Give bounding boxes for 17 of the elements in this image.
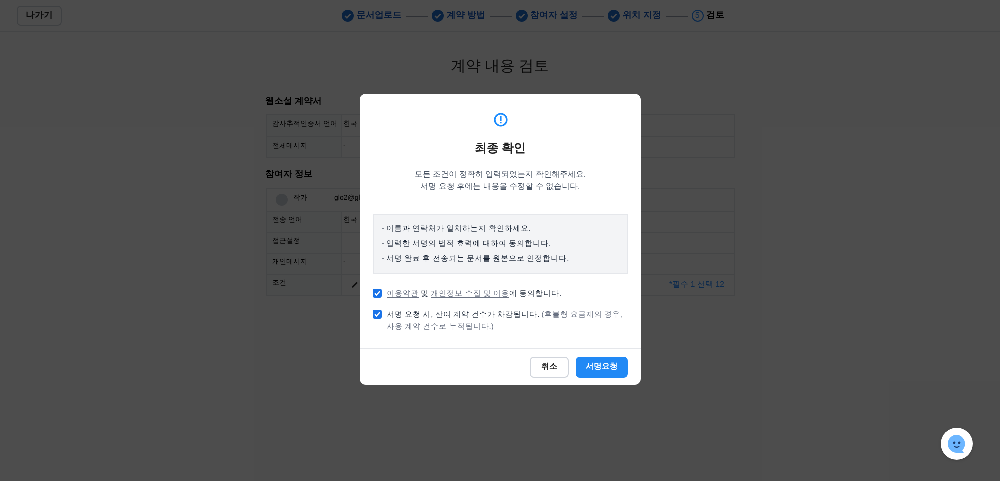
checkbox[interactable] [373,310,382,319]
step-label: 참여자 설정 [530,9,578,22]
alert-icon [494,113,508,127]
step-label: 위치 지정 [623,9,662,22]
dialog-title: 최종 확인 [474,140,526,157]
section-title: 웹소설 계약서 [266,94,322,108]
page-title: 계약 내용 검토 [450,57,550,77]
chatbot-icon [946,433,968,455]
cancel-button[interactable]: 취소 [530,356,569,378]
step-label: 문서업로드 [357,9,402,22]
step-label: 검토 [706,9,725,22]
section-title: 참여자 정보 [266,168,314,181]
checkbox[interactable] [373,289,382,298]
dialog-message: 모든 조건이 정확히 입력되었는지 확인해주세요. 서명 요청 후에는 내용을 수정할 수 없습니다. [414,169,586,193]
step-label: 계약 방법 [447,9,486,22]
sign-request-button[interactable]: 서명요청 [576,356,628,378]
condition-count: *필수 1 선택 12 [669,278,724,290]
